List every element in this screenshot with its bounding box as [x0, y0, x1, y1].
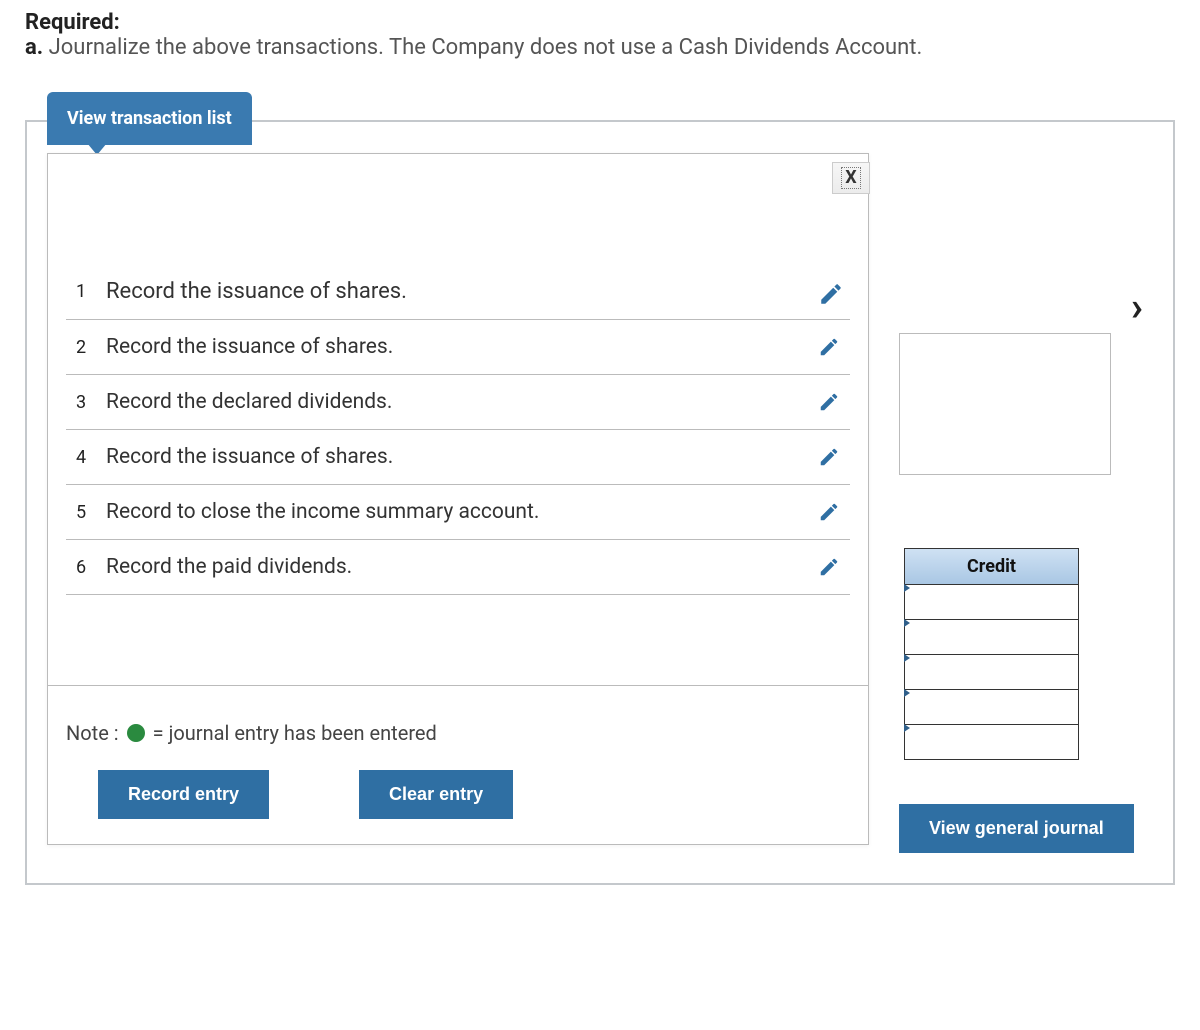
chevron-right-icon[interactable]: ›: [1131, 283, 1143, 330]
transaction-item[interactable]: 1 Record the issuance of shares.: [66, 264, 850, 319]
edit-icon[interactable]: [818, 501, 840, 523]
transaction-label: Record the declared dividends.: [106, 390, 818, 414]
transaction-label: Record to close the income summary accou…: [106, 500, 818, 524]
note-prefix: Note :: [66, 721, 119, 745]
prompt-text: a. Journalize the above transactions. Th…: [25, 35, 1175, 60]
right-side-panel: › Credit View general journal: [899, 173, 1153, 853]
prompt-prefix: a.: [25, 35, 43, 60]
transaction-list-panel: X 1 Record the issuance of shares. 2 Rec…: [47, 153, 869, 845]
close-button[interactable]: X: [832, 162, 870, 194]
transaction-label: Record the issuance of shares.: [106, 445, 818, 469]
note-text: = journal entry has been entered: [153, 721, 437, 745]
transaction-label: Record the issuance of shares.: [106, 335, 818, 359]
credit-cell[interactable]: [904, 725, 1079, 760]
transaction-item[interactable]: 3 Record the declared dividends.: [66, 374, 850, 429]
view-transaction-list-tab[interactable]: View transaction list: [47, 92, 252, 145]
transaction-num: 1: [76, 281, 106, 302]
required-label: Required:: [25, 10, 1175, 35]
main-container: View transaction list X 1 Record the iss…: [25, 120, 1175, 885]
transaction-item[interactable]: 5 Record to close the income summary acc…: [66, 484, 850, 539]
input-box[interactable]: [899, 333, 1111, 475]
edit-icon[interactable]: [818, 556, 840, 578]
prompt-body: Journalize the above transactions. The C…: [49, 35, 923, 60]
view-general-journal-button[interactable]: View general journal: [899, 804, 1134, 853]
transaction-num: 5: [76, 502, 106, 523]
credit-cell[interactable]: [904, 655, 1079, 690]
note-row: Note : = journal entry has been entered: [48, 685, 868, 755]
credit-cell[interactable]: [904, 620, 1079, 655]
credit-table: Credit: [904, 548, 1079, 760]
edit-icon[interactable]: [818, 446, 840, 468]
close-icon: X: [841, 167, 860, 189]
entered-indicator-icon: [127, 724, 145, 742]
transaction-label: Record the issuance of shares.: [106, 279, 818, 304]
transaction-label: Record the paid dividends.: [106, 555, 818, 579]
transaction-num: 4: [76, 447, 106, 468]
transaction-num: 6: [76, 557, 106, 578]
edit-icon[interactable]: [818, 281, 840, 303]
transaction-item[interactable]: 2 Record the issuance of shares.: [66, 319, 850, 374]
transaction-num: 2: [76, 337, 106, 358]
credit-header: Credit: [904, 548, 1079, 585]
record-entry-button[interactable]: Record entry: [98, 770, 269, 819]
transaction-num: 3: [76, 392, 106, 413]
clear-entry-button[interactable]: Clear entry: [359, 770, 513, 819]
credit-cell[interactable]: [904, 690, 1079, 725]
credit-cell[interactable]: [904, 585, 1079, 620]
transaction-item[interactable]: 6 Record the paid dividends.: [66, 539, 850, 595]
edit-icon[interactable]: [818, 391, 840, 413]
edit-icon[interactable]: [818, 336, 840, 358]
transaction-item[interactable]: 4 Record the issuance of shares.: [66, 429, 850, 484]
